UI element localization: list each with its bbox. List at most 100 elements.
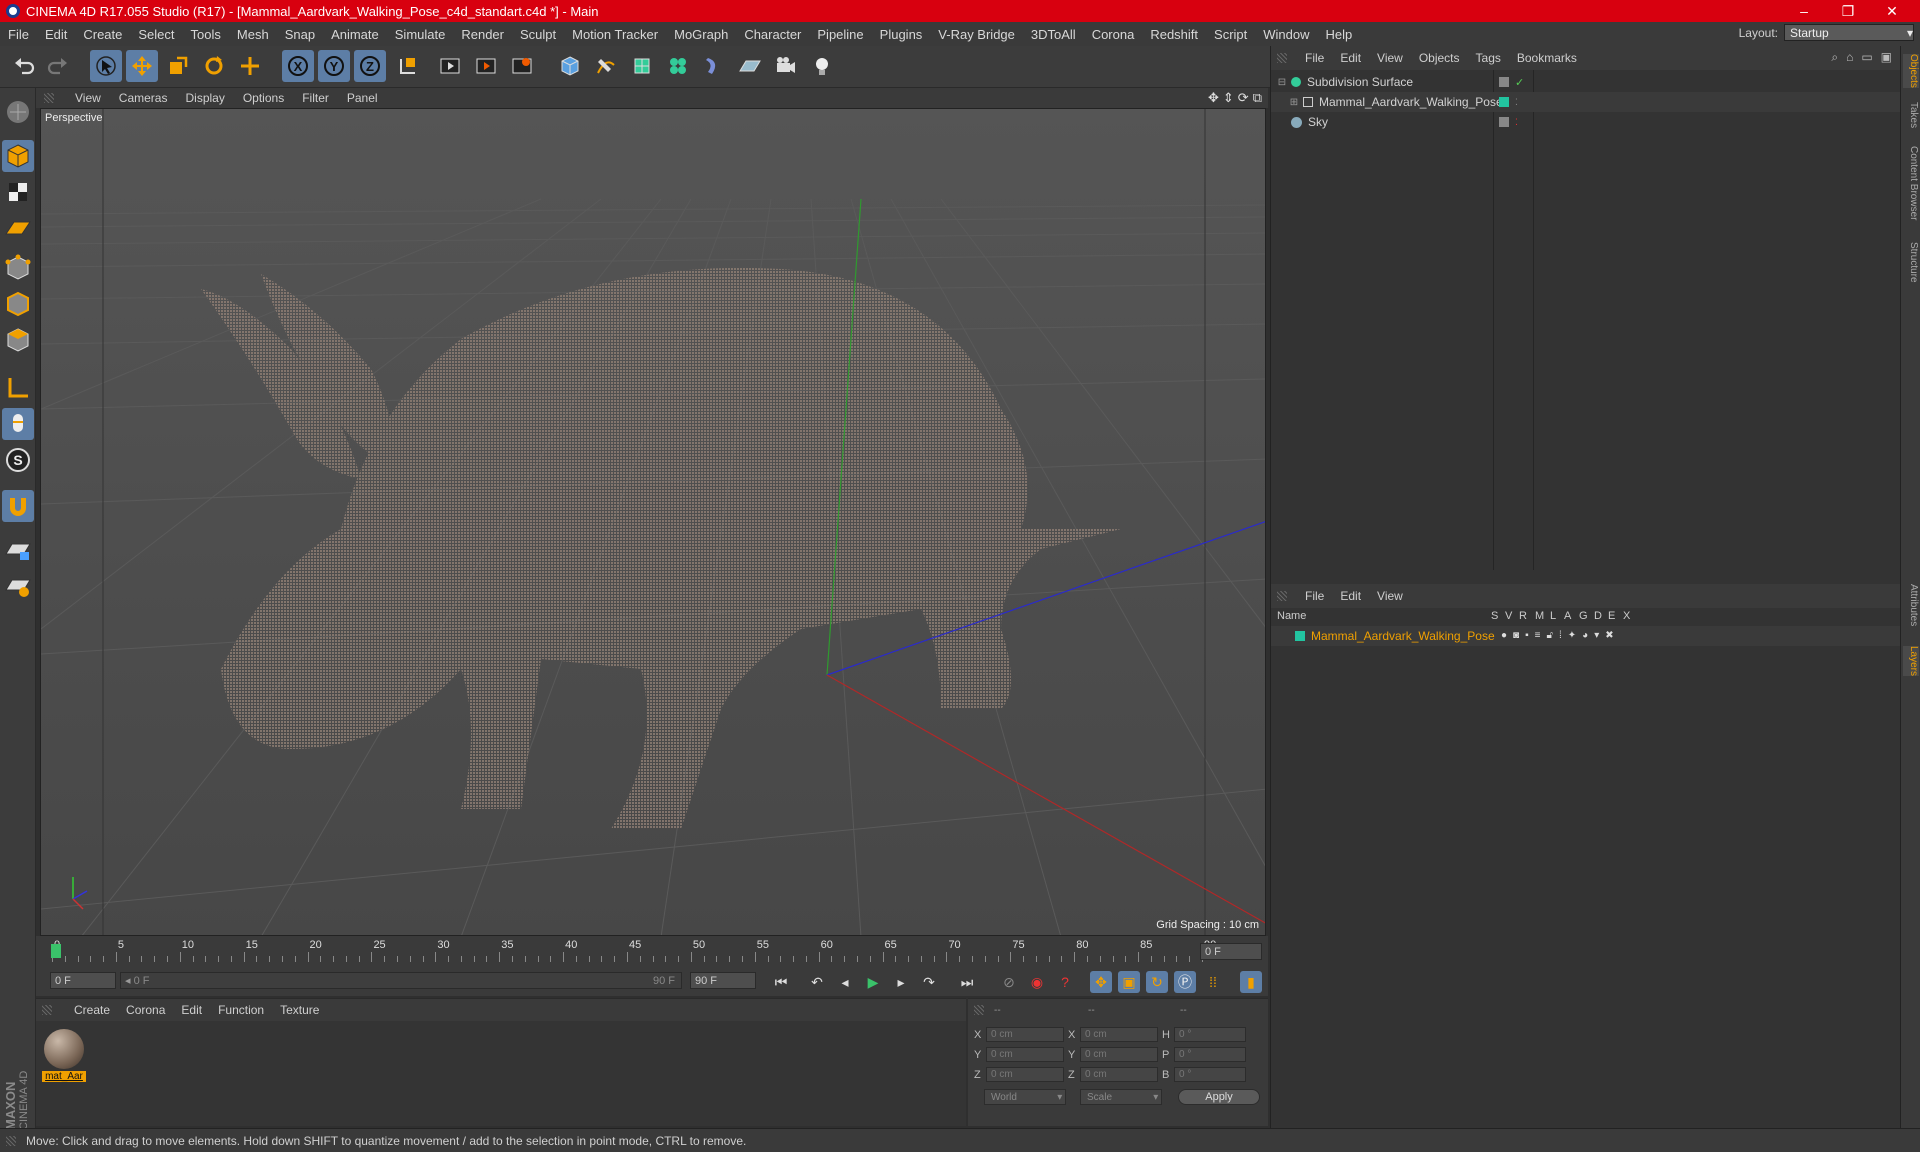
tab-content-browser[interactable]: Content Browser: [1903, 146, 1919, 220]
layer-column-name[interactable]: Name: [1277, 610, 1306, 622]
undo-button[interactable]: [8, 50, 40, 82]
size-field[interactable]: 0 cm: [1080, 1067, 1158, 1082]
generators-toggle-icon[interactable]: ✦: [1568, 630, 1576, 641]
render-picture-viewer-button[interactable]: [470, 50, 502, 82]
position-field[interactable]: 0 cm: [986, 1047, 1064, 1062]
cube-object-button[interactable]: [554, 50, 586, 82]
select-tool-button[interactable]: [90, 50, 122, 82]
tab-attributes[interactable]: Attributes: [1903, 584, 1919, 626]
enabled-check-icon[interactable]: ✓: [1515, 76, 1524, 89]
viewport-menu-display[interactable]: Display: [176, 91, 233, 105]
pen-spline-button[interactable]: [590, 50, 622, 82]
rotate-view-icon[interactable]: ⟳: [1238, 90, 1249, 106]
axis-mode-button[interactable]: [2, 372, 34, 404]
floor-object-button[interactable]: [734, 50, 766, 82]
menu-edit[interactable]: Edit: [37, 27, 75, 42]
toggle-layout-icon[interactable]: ⧉: [1253, 90, 1262, 106]
tab-objects[interactable]: Objects: [1903, 54, 1919, 88]
render-settings-button[interactable]: [506, 50, 538, 82]
layer-column-x[interactable]: X: [1623, 610, 1630, 622]
layer-color-icon[interactable]: [1295, 631, 1305, 641]
current-frame-field[interactable]: 0 F: [1200, 943, 1262, 960]
snap-button[interactable]: S: [2, 444, 34, 476]
render-toggle-icon[interactable]: ▪: [1525, 630, 1529, 641]
menu-3dtoall[interactable]: 3DToAll: [1023, 27, 1084, 42]
menu-motion-tracker[interactable]: Motion Tracker: [564, 27, 666, 42]
size-field[interactable]: 0 cm: [1080, 1027, 1158, 1042]
visibility-dots-icon[interactable]: ⁚: [1515, 117, 1518, 128]
menu-mograph[interactable]: MoGraph: [666, 27, 736, 42]
viewport-menu-cameras[interactable]: Cameras: [110, 91, 177, 105]
panel-grip-icon[interactable]: [44, 93, 54, 103]
layer-column-v[interactable]: V: [1505, 610, 1512, 622]
workplane-grid-button[interactable]: [2, 212, 34, 244]
layer-column-g[interactable]: G: [1579, 610, 1588, 622]
rotation-field[interactable]: 0 °: [1174, 1027, 1246, 1042]
goto-start-button[interactable]: ⏮: [770, 971, 792, 993]
menu-tools[interactable]: Tools: [183, 27, 229, 42]
solo-toggle-icon[interactable]: ●: [1501, 630, 1507, 641]
redo-button[interactable]: [42, 50, 74, 82]
panel-grip-icon[interactable]: [42, 1005, 52, 1015]
polygons-mode-button[interactable]: [2, 324, 34, 356]
menu-script[interactable]: Script: [1206, 27, 1255, 42]
panel-grip-icon[interactable]: [1277, 53, 1287, 63]
menu-plugins[interactable]: Plugins: [872, 27, 931, 42]
object-menu-file[interactable]: File: [1297, 51, 1332, 65]
panel-grip-icon[interactable]: [974, 1005, 984, 1015]
object-menu-edit[interactable]: Edit: [1332, 51, 1369, 65]
object-menu-view[interactable]: View: [1369, 51, 1411, 65]
rotate-tool-button[interactable]: [198, 50, 230, 82]
scale-tool-button[interactable]: [162, 50, 194, 82]
menu-file[interactable]: File: [0, 27, 37, 42]
frame-range-slider[interactable]: ◂ 0 F 90 F: [120, 972, 682, 989]
model-mode-button[interactable]: [2, 140, 34, 172]
rotation-field[interactable]: 0 °: [1174, 1047, 1246, 1062]
layer-column-e[interactable]: E: [1608, 610, 1615, 622]
planar-workplane-button[interactable]: [2, 570, 34, 602]
lock-workplane-button[interactable]: [2, 534, 34, 566]
layer-row[interactable]: Mammal_Aardvark_Walking_Pose ● ◙ ▪ ≡ 🔓︎ …: [1271, 626, 1901, 646]
rotation-field[interactable]: 0 °: [1174, 1067, 1246, 1082]
timeline-ruler[interactable]: 051015202530354045505560657075808590 0 F: [36, 936, 1268, 966]
object-menu-objects[interactable]: Objects: [1411, 51, 1468, 65]
layer-column-l[interactable]: L: [1550, 610, 1556, 622]
object-row-subdivision-surface[interactable]: ⊟ Subdivision Surface ✓: [1271, 72, 1901, 92]
home-icon[interactable]: ⌂: [1846, 50, 1853, 65]
material-menu-function[interactable]: Function: [210, 1003, 272, 1017]
object-menu-tags[interactable]: Tags: [1468, 51, 1509, 65]
menu-animate[interactable]: Animate: [323, 27, 387, 42]
record-keys-button[interactable]: ⊘: [998, 971, 1020, 993]
visibility-dots-icon[interactable]: ⁚: [1515, 97, 1518, 108]
pan-view-icon[interactable]: ✥: [1208, 90, 1219, 106]
panel-grip-icon[interactable]: [1277, 591, 1287, 601]
magnet-tool-button[interactable]: [2, 490, 34, 522]
menu-help[interactable]: Help: [1318, 27, 1361, 42]
points-mode-button[interactable]: [2, 252, 34, 284]
maximize-button[interactable]: ❐: [1826, 0, 1870, 22]
y-axis-button[interactable]: Y: [318, 50, 350, 82]
goto-prev-key-button[interactable]: ↶: [806, 971, 828, 993]
menu-redshift[interactable]: Redshift: [1142, 27, 1206, 42]
edges-mode-button[interactable]: [2, 288, 34, 320]
key-rotation-button[interactable]: ↻: [1146, 971, 1168, 993]
transform-tool-button[interactable]: [234, 50, 266, 82]
goto-end-button[interactable]: ⏭: [956, 971, 978, 993]
step-forward-button[interactable]: ▸: [890, 971, 912, 993]
material-menu-create[interactable]: Create: [66, 1003, 118, 1017]
viewport-menu-options[interactable]: Options: [234, 91, 293, 105]
expressions-toggle-icon[interactable]: ▾: [1594, 630, 1599, 641]
menu-corona[interactable]: Corona: [1084, 27, 1143, 42]
layer-tag-icon[interactable]: [1499, 117, 1509, 127]
material-menu-edit[interactable]: Edit: [173, 1003, 210, 1017]
tweak-mode-button[interactable]: [2, 408, 34, 440]
cloner-button[interactable]: [662, 50, 694, 82]
layout-dropdown[interactable]: Startup ▾: [1784, 24, 1914, 41]
manager-toggle-icon[interactable]: ≡: [1535, 630, 1541, 641]
layer-column-r[interactable]: R: [1519, 610, 1527, 622]
search-icon[interactable]: ⌕: [1831, 50, 1838, 65]
maximize-panel-icon[interactable]: ▣: [1881, 50, 1892, 65]
workplane-mode-button[interactable]: [2, 96, 34, 128]
layer-menu-edit[interactable]: Edit: [1332, 589, 1369, 603]
lock-toggle-icon[interactable]: 🔓︎: [1546, 630, 1552, 641]
